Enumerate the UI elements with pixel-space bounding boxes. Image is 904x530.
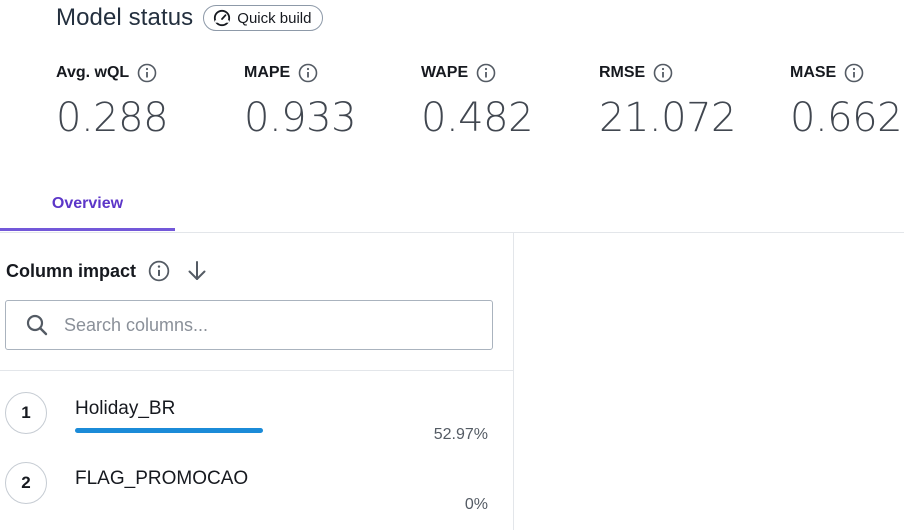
metric-mase: MASE 0.662 xyxy=(790,62,903,141)
metric-rmse: RMSE 21.072 xyxy=(599,62,736,140)
divider xyxy=(0,370,513,371)
impact-bar xyxy=(75,498,263,503)
rank-badge: 2 xyxy=(5,462,47,504)
rank-badge: 1 xyxy=(5,392,47,434)
badge-label: Quick build xyxy=(237,9,312,27)
page-title: Model status xyxy=(56,4,194,31)
page-header: Model status Quick build xyxy=(56,4,324,32)
list-item[interactable]: 1 Holiday_BR 52.97% xyxy=(0,392,513,462)
search-icon xyxy=(26,314,48,336)
metric-avg-wql: Avg. wQL 0.288 xyxy=(56,62,169,141)
metric-label: Avg. wQL xyxy=(56,64,130,81)
list-item[interactable]: 2 FLAG_PROMOCAO 0% xyxy=(0,462,513,530)
column-impact-panel: Column impact 1 Holiday_BR 52.97% 2 xyxy=(0,232,514,530)
impact-percent: 52.97% xyxy=(433,426,488,443)
info-icon[interactable] xyxy=(137,63,157,83)
metric-value: 0.662 xyxy=(790,95,903,141)
metric-value: 0.933 xyxy=(244,95,357,141)
metric-label: MASE xyxy=(790,64,837,81)
metric-label: MAPE xyxy=(244,64,291,81)
info-icon[interactable] xyxy=(298,63,318,83)
metric-value: 0.482 xyxy=(421,95,534,141)
column-impact-header: Column impact xyxy=(6,260,208,282)
info-icon[interactable] xyxy=(476,63,496,83)
info-icon[interactable] xyxy=(653,63,673,83)
arrow-down-icon[interactable] xyxy=(186,260,208,282)
search-columns-field[interactable] xyxy=(5,300,493,350)
quick-build-badge: Quick build xyxy=(203,5,324,31)
column-name: Holiday_BR xyxy=(75,398,176,419)
metric-wape: WAPE 0.482 xyxy=(421,62,534,141)
model-status-page: Model status Quick build Avg. wQL 0.288 … xyxy=(0,0,904,530)
metric-label: RMSE xyxy=(599,64,646,81)
search-input[interactable] xyxy=(62,313,466,337)
metric-mape: MAPE 0.933 xyxy=(244,62,357,141)
metric-label: WAPE xyxy=(421,64,469,81)
impact-bar-fill xyxy=(75,428,263,433)
tab-overview[interactable]: Overview xyxy=(0,180,175,231)
info-icon[interactable] xyxy=(844,63,864,83)
info-icon[interactable] xyxy=(148,260,170,282)
tab-bar: Overview xyxy=(0,180,904,233)
impact-percent: 0% xyxy=(464,496,488,513)
column-name: FLAG_PROMOCAO xyxy=(75,468,249,489)
impact-bar xyxy=(75,428,263,433)
metric-value: 21.072 xyxy=(599,95,736,141)
metric-value: 0.288 xyxy=(56,95,169,141)
speedometer-icon xyxy=(214,9,231,27)
column-impact-title: Column impact xyxy=(6,260,137,281)
